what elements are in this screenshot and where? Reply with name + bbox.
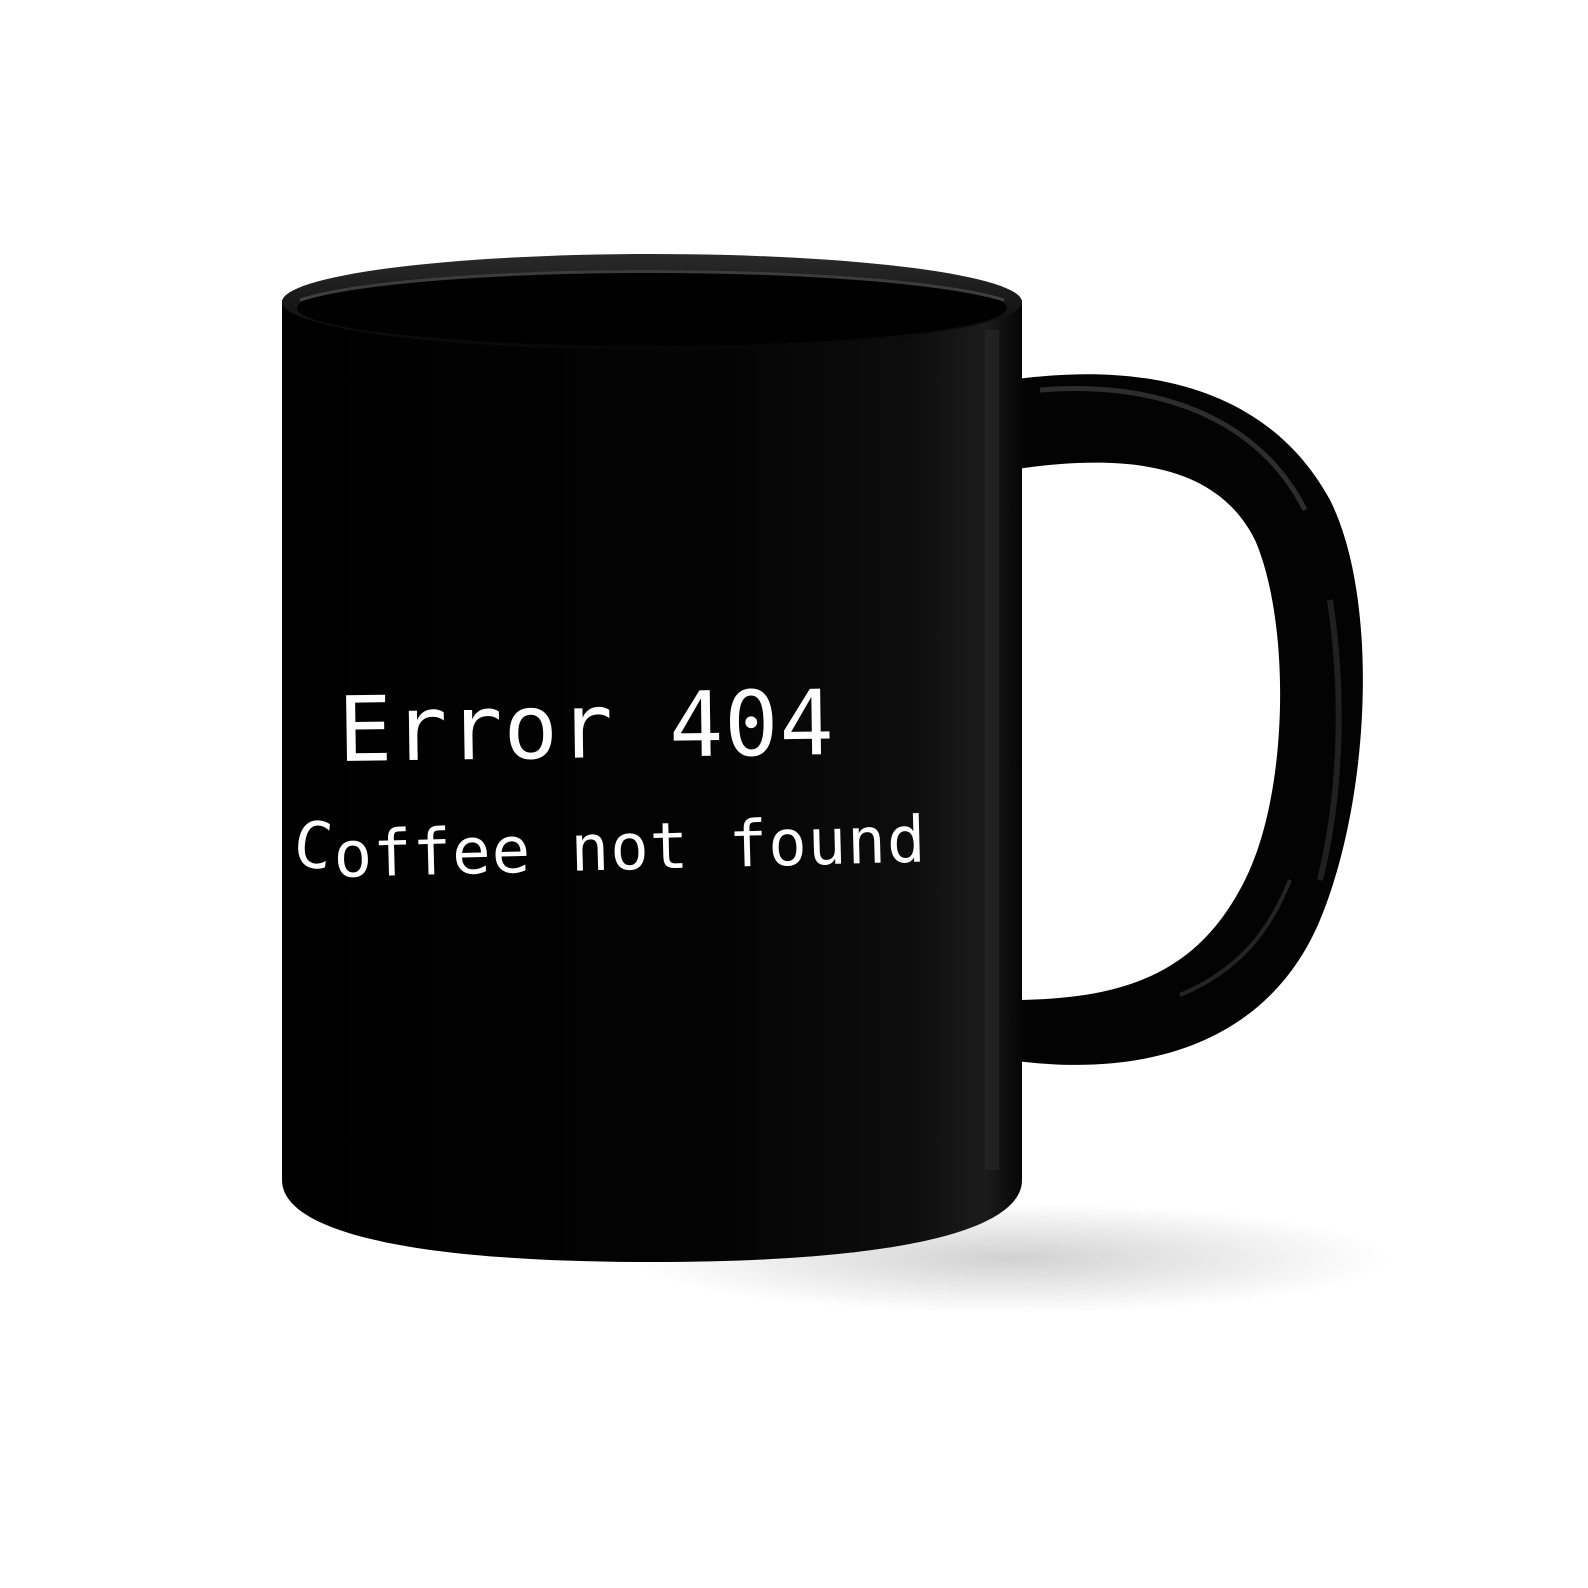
mug-illustration: [282, 254, 1390, 1313]
mug-print-line-2-rest: offee not found: [332, 803, 928, 893]
mug-print-line-2-first-letter: C: [289, 807, 338, 886]
mug-print-line-1: Error 404: [337, 671, 836, 783]
body-glare: [985, 330, 999, 1170]
product-photo: Error 404 Coffee not found: [0, 0, 1588, 1588]
mug-handle: [1010, 374, 1363, 1065]
